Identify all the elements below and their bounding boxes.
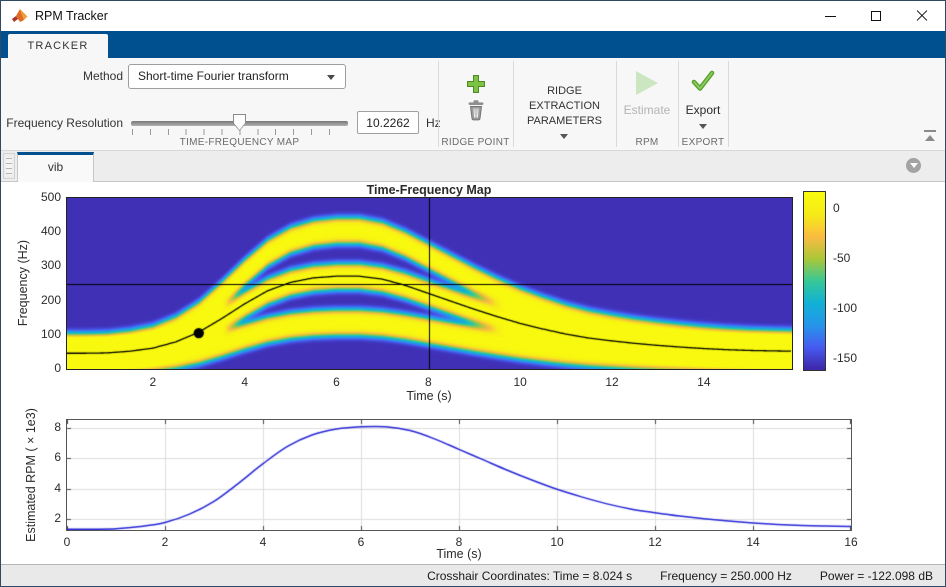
chevron-down-icon	[327, 75, 335, 80]
rpm-tracker-window: RPM Tracker TRACKER Method Short-time Fo…	[0, 0, 946, 587]
spectrogram-canvas[interactable]	[66, 197, 793, 370]
spec-ytick-label: 0	[21, 361, 61, 375]
status-crosshair-time: Crosshair Coordinates: Time = 8.024 s	[427, 569, 632, 583]
spec-xtick-label: 12	[592, 375, 632, 389]
ridge-params-line3: PARAMETERS	[513, 114, 616, 129]
ridge-params-line1: RIDGE	[513, 84, 616, 99]
rpm-xtick-label: 10	[537, 535, 577, 549]
method-dropdown-value: Short-time Fourier transform	[138, 69, 289, 83]
panel-grip-icon[interactable]	[3, 153, 15, 179]
spectrogram-ylabel: Frequency (Hz)	[16, 240, 30, 326]
trash-icon	[466, 99, 486, 121]
maximize-icon	[871, 11, 881, 21]
chevron-up-icon	[925, 135, 935, 141]
spec-xtick-label: 14	[684, 375, 724, 389]
estimate-button[interactable]	[616, 70, 678, 96]
play-icon	[636, 71, 658, 95]
maximize-button[interactable]	[853, 1, 899, 31]
collapse-ribbon-icon	[924, 130, 936, 132]
status-frequency: Frequency = 250.000 Hz	[660, 569, 792, 583]
add-ridge-point-button[interactable]	[438, 71, 513, 97]
collapse-ribbon-button[interactable]	[923, 130, 937, 142]
spectrogram-title: Time-Frequency Map	[367, 183, 492, 197]
rpm-xtick-label: 16	[831, 535, 871, 549]
title-bar[interactable]: RPM Tracker	[1, 1, 945, 31]
spec-ytick-label: 500	[21, 190, 61, 204]
colorbar-tick-label: 0	[833, 201, 873, 215]
section-ridge-point: RIDGE POINT	[438, 137, 513, 148]
rpm-xtick-label: 14	[733, 535, 773, 549]
check-icon	[690, 69, 716, 93]
method-dropdown[interactable]: Short-time Fourier transform	[128, 64, 346, 89]
colorbar-tick-label: -50	[833, 251, 873, 265]
frequency-resolution-label: Frequency Resolution	[1, 111, 123, 135]
spec-ytick-label: 400	[21, 224, 61, 238]
spec-ytick-label: 300	[21, 258, 61, 272]
ribbon-tab-strip: TRACKER	[1, 31, 945, 58]
rpm-xtick-label: 4	[243, 535, 283, 549]
rpm-ytick-label: 4	[21, 481, 61, 495]
rpm-xlabel: Time (s)	[436, 547, 481, 561]
frequency-resolution-slider[interactable]	[131, 112, 348, 136]
slider-ticks	[132, 129, 343, 135]
ribbon-divider	[728, 61, 729, 147]
rpm-xtick-label: 12	[635, 535, 675, 549]
document-actions-button[interactable]	[906, 158, 921, 173]
rpm-xtick-label: 0	[47, 535, 87, 549]
status-bar: Crosshair Coordinates: Time = 8.024 s Fr…	[1, 564, 945, 586]
document-tab-bar: vib	[1, 151, 945, 182]
matlab-logo-icon	[11, 7, 29, 25]
minimize-icon	[825, 16, 836, 17]
ridge-params-line2: EXTRACTION	[513, 99, 616, 114]
rpm-xtick-label: 2	[145, 535, 185, 549]
method-label: Method	[1, 64, 123, 88]
close-button[interactable]	[899, 1, 945, 31]
tab-tracker[interactable]: TRACKER	[8, 34, 108, 58]
spec-ytick-label: 200	[21, 293, 61, 307]
frequency-resolution-input[interactable]	[357, 111, 419, 134]
ribbon-toolbar: Method Short-time Fourier transform Freq…	[1, 58, 945, 151]
close-icon	[916, 10, 928, 22]
spec-xtick-label: 4	[225, 375, 265, 389]
rpm-plot-canvas	[66, 419, 852, 531]
chevron-down-icon	[910, 163, 918, 168]
delete-ridge-point-button[interactable]	[438, 98, 513, 122]
chevron-down-icon	[560, 134, 568, 139]
status-power: Power = -122.098 dB	[820, 569, 933, 583]
spec-xtick-label: 2	[133, 375, 173, 389]
spec-xtick-label: 8	[408, 375, 448, 389]
plus-icon	[465, 73, 487, 95]
ridge-extraction-parameters-button[interactable]: RIDGE EXTRACTION PARAMETERS	[513, 58, 616, 148]
rpm-ytick-label: 8	[21, 420, 61, 434]
section-export: EXPORT	[678, 137, 728, 148]
window-title: RPM Tracker	[35, 9, 108, 23]
colorbar	[803, 191, 826, 371]
section-rpm: RPM	[616, 137, 678, 148]
chevron-down-icon	[699, 124, 707, 129]
rpm-xtick-label: 8	[439, 535, 479, 549]
rpm-ytick-label: 6	[21, 450, 61, 464]
tab-vib[interactable]: vib	[17, 152, 94, 182]
spec-ytick-label: 100	[21, 327, 61, 341]
rpm-ytick-label: 2	[21, 511, 61, 525]
estimate-button-label[interactable]: Estimate	[616, 103, 678, 117]
export-button-label[interactable]: Export	[678, 103, 728, 117]
spectrogram-xlabel: Time (s)	[406, 389, 451, 403]
colorbar-tick-label: -150	[833, 351, 873, 365]
rpm-xtick-label: 6	[341, 535, 381, 549]
spec-xtick-label: 6	[317, 375, 357, 389]
section-time-frequency-map: TIME-FREQUENCY MAP	[131, 137, 348, 148]
minimize-button[interactable]	[807, 1, 853, 31]
export-button[interactable]	[678, 68, 728, 94]
colorbar-tick-label: -100	[833, 301, 873, 315]
spec-xtick-label: 10	[500, 375, 540, 389]
